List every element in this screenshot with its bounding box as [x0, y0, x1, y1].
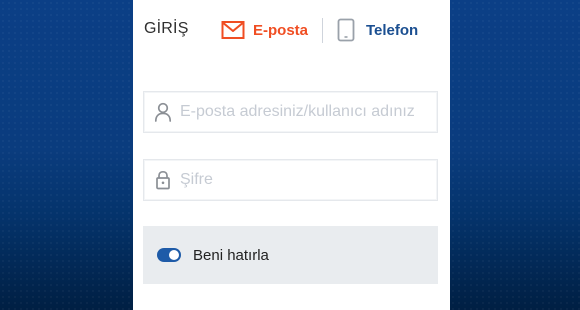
remember-me-label[interactable]: Beni hatırla — [193, 247, 269, 264]
tab-email[interactable]: E-posta — [221, 18, 308, 42]
login-title: GİRİŞ — [144, 20, 189, 37]
tab-phone[interactable]: Telefon — [337, 18, 418, 42]
lock-icon — [154, 169, 172, 191]
tab-divider — [322, 18, 323, 43]
username-input[interactable] — [180, 103, 420, 121]
remember-me-toggle[interactable] — [157, 248, 181, 262]
tab-phone-label: Telefon — [366, 21, 419, 39]
envelope-icon — [221, 21, 245, 39]
remember-me-row: Beni hatırla — [143, 226, 438, 284]
phone-icon — [337, 18, 355, 42]
user-icon — [154, 101, 172, 123]
password-field[interactable] — [143, 159, 438, 201]
username-field[interactable] — [143, 91, 438, 133]
tab-email-label: E-posta — [253, 21, 309, 39]
password-input[interactable] — [180, 171, 420, 189]
toggle-knob — [169, 250, 179, 260]
